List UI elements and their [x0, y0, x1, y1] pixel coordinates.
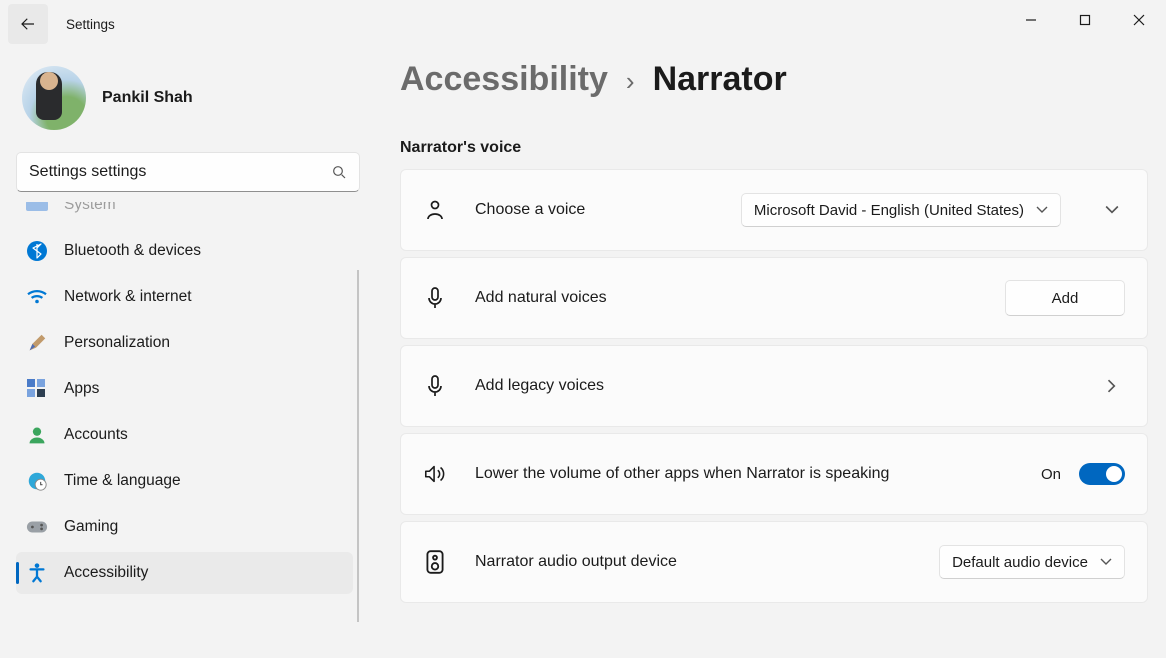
chevron-down-icon — [1105, 205, 1119, 215]
sidebar-item-label: System — [64, 202, 116, 214]
chevron-down-icon — [1036, 206, 1048, 214]
breadcrumb-parent[interactable]: Accessibility — [400, 60, 608, 99]
sidebar-item-label: Bluetooth & devices — [64, 242, 201, 260]
speaker-icon — [423, 462, 447, 486]
system-icon — [26, 202, 48, 216]
button-label: Add — [1052, 290, 1079, 307]
card-audio-output: Narrator audio output device Default aud… — [400, 521, 1148, 603]
main: Accessibility › Narrator Narrator's voic… — [362, 48, 1166, 658]
search-text: Settings settings — [29, 163, 331, 181]
person-icon — [26, 424, 48, 446]
apps-icon — [26, 378, 48, 400]
window-controls — [1004, 0, 1166, 40]
nav-scroll[interactable]: System Bluetooth & devices Network & int… — [16, 202, 362, 622]
voice-dropdown[interactable]: Microsoft David - English (United States… — [741, 193, 1061, 227]
sidebar-item-gaming[interactable]: Gaming — [16, 506, 353, 548]
sidebar-item-personalization[interactable]: Personalization — [16, 322, 353, 364]
back-button[interactable] — [8, 4, 48, 44]
titlebar: Settings — [0, 0, 1166, 48]
card-add-natural-voices: Add natural voices Add — [400, 257, 1148, 339]
lower-volume-toggle[interactable] — [1079, 463, 1125, 485]
close-button[interactable] — [1112, 0, 1166, 40]
toggle-state-label: On — [1041, 466, 1061, 483]
card-lower-volume: Lower the volume of other apps when Narr… — [400, 433, 1148, 515]
sidebar-item-label: Gaming — [64, 518, 118, 536]
user-name: Pankil Shah — [102, 89, 193, 107]
wifi-icon — [26, 286, 48, 308]
sidebar-item-apps[interactable]: Apps — [16, 368, 353, 410]
search-icon — [331, 164, 347, 180]
card-label: Lower the volume of other apps when Narr… — [475, 465, 1013, 483]
minimize-icon — [1025, 14, 1037, 26]
accessibility-icon — [26, 562, 48, 584]
paintbrush-icon — [26, 332, 48, 354]
sidebar-item-label: Network & internet — [64, 288, 192, 306]
breadcrumb-current: Narrator — [653, 60, 787, 99]
globe-clock-icon — [26, 470, 48, 492]
microphone-icon — [423, 286, 447, 310]
card-right: On — [1041, 463, 1125, 485]
search-input[interactable]: Settings settings — [16, 152, 360, 192]
sidebar-item-network[interactable]: Network & internet — [16, 276, 353, 318]
minimize-button[interactable] — [1004, 0, 1058, 40]
bluetooth-icon — [26, 240, 48, 262]
gamepad-icon — [26, 516, 48, 538]
sidebar: Pankil Shah Settings settings System — [0, 48, 362, 658]
sidebar-item-label: Accessibility — [64, 564, 148, 582]
maximize-icon — [1079, 14, 1091, 26]
sidebar-item-system[interactable]: System — [16, 202, 353, 226]
card-label: Narrator audio output device — [475, 553, 911, 571]
microphone-icon — [423, 374, 447, 398]
card-add-legacy-voices[interactable]: Add legacy voices — [400, 345, 1148, 427]
chevron-right-icon: › — [626, 66, 635, 97]
close-icon — [1133, 14, 1145, 26]
sidebar-item-accounts[interactable]: Accounts — [16, 414, 353, 456]
sidebar-item-label: Accounts — [64, 426, 128, 444]
sidebar-item-accessibility[interactable]: Accessibility — [16, 552, 353, 594]
arrow-left-icon — [19, 15, 37, 33]
maximize-button[interactable] — [1058, 0, 1112, 40]
person-voice-icon — [423, 198, 447, 222]
nav-list: System Bluetooth & devices Network & int… — [16, 202, 361, 598]
dropdown-value: Default audio device — [952, 554, 1088, 571]
card-choose-voice[interactable]: Choose a voice Microsoft David - English… — [400, 169, 1148, 251]
card-right: Add — [1005, 280, 1125, 316]
chevron-down-icon — [1100, 558, 1112, 566]
card-right: Default audio device — [939, 545, 1125, 579]
sidebar-item-label: Apps — [64, 380, 99, 398]
add-button[interactable]: Add — [1005, 280, 1125, 316]
audio-output-dropdown[interactable]: Default audio device — [939, 545, 1125, 579]
avatar — [22, 66, 86, 130]
navigate-button[interactable] — [1099, 379, 1125, 393]
sidebar-item-label: Time & language — [64, 472, 181, 490]
dropdown-value: Microsoft David - English (United States… — [754, 202, 1024, 219]
sidebar-item-bluetooth[interactable]: Bluetooth & devices — [16, 230, 353, 272]
chevron-right-icon — [1107, 379, 1117, 393]
card-right: Microsoft David - English (United States… — [741, 193, 1061, 227]
section-heading: Narrator's voice — [400, 139, 1148, 157]
sidebar-item-label: Personalization — [64, 334, 170, 352]
user-card[interactable]: Pankil Shah — [16, 66, 362, 130]
expand-button[interactable] — [1099, 205, 1125, 215]
app-title: Settings — [66, 17, 115, 32]
card-label: Add legacy voices — [475, 377, 1061, 395]
audio-device-icon — [423, 549, 447, 575]
card-label: Choose a voice — [475, 201, 713, 219]
sidebar-item-time-language[interactable]: Time & language — [16, 460, 353, 502]
breadcrumb: Accessibility › Narrator — [400, 60, 1148, 99]
card-label: Add natural voices — [475, 289, 977, 307]
